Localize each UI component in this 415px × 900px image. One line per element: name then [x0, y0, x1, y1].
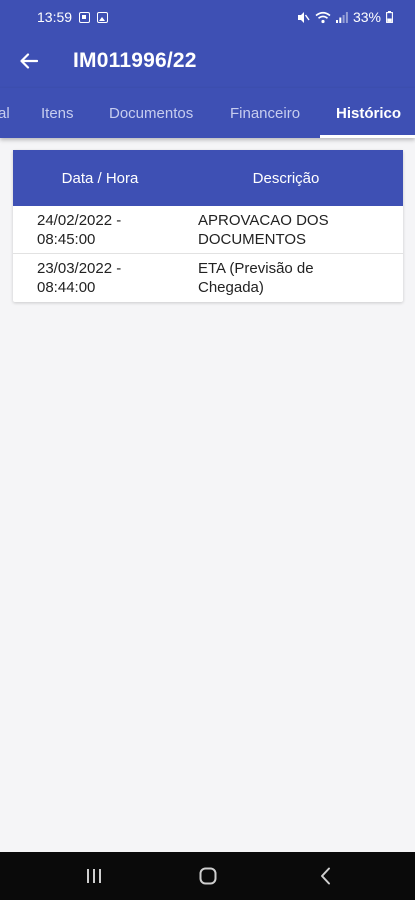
- cell-date: 23/03/2022 - 08:44:00: [13, 259, 198, 297]
- message-icon: [79, 11, 91, 23]
- date-line: 23/03/2022 -: [37, 260, 122, 277]
- cell-date: 24/02/2022 - 08:45:00: [13, 211, 198, 249]
- signal-icon: [335, 12, 348, 23]
- recent-apps-button[interactable]: [70, 852, 118, 900]
- time-line: 08:45:00: [37, 230, 96, 248]
- photo-icon: [97, 11, 109, 23]
- page-title: IM011996/22: [73, 49, 197, 72]
- desc-line: DOCUMENTOS: [198, 230, 307, 248]
- desc-line: Chegada): [198, 279, 264, 296]
- tab-financeiro[interactable]: Financeiro: [230, 88, 300, 138]
- battery-percent: 33%: [352, 9, 381, 25]
- status-time: 13:59: [37, 9, 73, 25]
- date-line: 24/02/2022 -: [37, 211, 122, 229]
- history-table: Data / Hora Descrição 24/02/2022 - 08:45…: [13, 150, 403, 302]
- tab-label: Itens: [41, 104, 74, 122]
- recent-apps-icon: [87, 869, 101, 883]
- tab-label: Financeiro: [230, 104, 301, 122]
- status-left: 13:59: [37, 9, 109, 25]
- table-row[interactable]: 24/02/2022 - 08:45:00 APROVACAO DOS DOCU…: [13, 206, 403, 254]
- back-button[interactable]: [0, 34, 58, 88]
- desc-line: ETA (Previsão de: [198, 260, 314, 277]
- tab-bar: al Itens Documentos Financeiro Histórico: [0, 88, 415, 138]
- home-button[interactable]: [184, 852, 232, 900]
- cell-description: ETA (Previsão de Chegada): [198, 259, 403, 297]
- time-line: 08:44:00: [37, 279, 96, 296]
- system-nav-bar: [0, 852, 415, 900]
- tab-documentos[interactable]: Documentos: [109, 88, 193, 138]
- nav-back-button[interactable]: [302, 852, 350, 900]
- arrow-left-icon: [20, 53, 38, 69]
- cell-description: APROVACAO DOS DOCUMENTOS: [198, 211, 403, 249]
- battery-icon: [386, 11, 393, 23]
- desc-line: APROVACAO DOS: [198, 211, 329, 229]
- header-description: Descrição: [252, 169, 320, 187]
- mute-icon: [297, 11, 310, 23]
- table-row[interactable]: 23/03/2022 - 08:44:00 ETA (Previsão de C…: [13, 254, 403, 302]
- status-right: 33%: [297, 9, 393, 25]
- home-icon: [199, 867, 217, 885]
- back-icon: [321, 867, 330, 885]
- tab-itens[interactable]: Itens: [41, 88, 74, 138]
- table-header: Data / Hora Descrição: [13, 150, 403, 206]
- wifi-icon: [315, 11, 331, 23]
- tab-label: al: [0, 104, 10, 122]
- tab-historico[interactable]: Histórico: [336, 88, 401, 138]
- app-bar: IM011996/22: [0, 34, 415, 88]
- tab-label: Histórico: [336, 104, 402, 122]
- header-date: Data / Hora: [61, 169, 139, 187]
- tab-geral[interactable]: al: [0, 88, 10, 138]
- status-bar: 13:59 33%: [0, 0, 415, 34]
- tab-indicator: [320, 135, 415, 138]
- tab-label: Documentos: [109, 104, 194, 122]
